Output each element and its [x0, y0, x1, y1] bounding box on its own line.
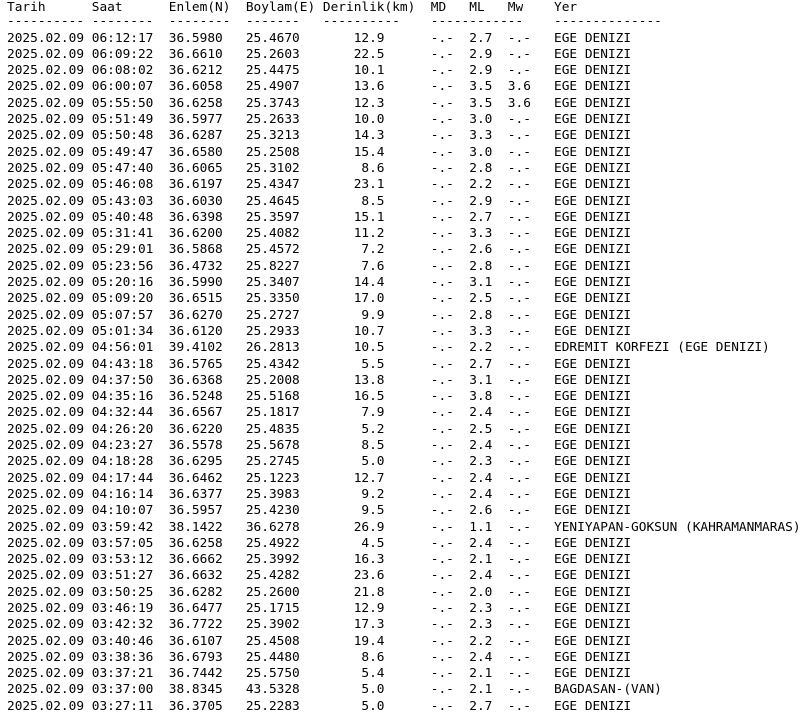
earthquake-row: 2025.02.09 04:32:44 36.6567 25.1817 7.9 …: [7, 405, 632, 421]
earthquake-row: 2025.02.09 03:46:19 36.6477 25.1715 12.9…: [7, 600, 632, 616]
earthquake-row: 2025.02.09 05:23:56 36.4732 25.8227 7.6 …: [7, 258, 632, 274]
earthquake-row: 2025.02.09 05:47:40 36.6065 25.3102 8.6 …: [7, 160, 632, 176]
earthquake-listing: Tarih Saat Enlem(N) Boylam(E) Derinlik(k…: [0, 0, 800, 715]
earthquake-row: 2025.02.09 06:00:07 36.6058 25.4907 13.6…: [7, 79, 632, 95]
header-separator: ---------- -------- -------- ------- ---…: [7, 14, 662, 30]
earthquake-row: 2025.02.09 05:46:08 36.6197 25.4347 23.1…: [7, 177, 632, 193]
earthquake-row: 2025.02.09 04:23:27 36.5578 25.5678 8.5 …: [7, 438, 632, 454]
earthquake-row: 2025.02.09 06:12:17 36.5980 25.4670 12.9…: [7, 30, 632, 46]
earthquake-row: 2025.02.09 05:40:48 36.6398 25.3597 15.1…: [7, 209, 632, 225]
earthquake-row: 2025.02.09 05:31:41 36.6200 25.4082 11.2…: [7, 226, 632, 242]
earthquake-row: 2025.02.09 05:50:48 36.6287 25.3213 14.3…: [7, 128, 632, 144]
earthquake-row: 2025.02.09 05:01:34 36.6120 25.2933 10.7…: [7, 323, 632, 339]
earthquake-row: 2025.02.09 03:59:42 38.1422 36.6278 26.9…: [7, 519, 800, 535]
earthquake-row: 2025.02.09 05:51:49 36.5977 25.2633 10.0…: [7, 112, 632, 128]
earthquake-row: 2025.02.09 06:08:02 36.6212 25.4475 10.1…: [7, 63, 632, 79]
earthquake-row: 2025.02.09 04:17:44 36.6462 25.1223 12.7…: [7, 470, 632, 486]
earthquake-row: 2025.02.09 03:38:36 36.6793 25.4480 8.6 …: [7, 649, 632, 665]
earthquake-row: 2025.02.09 05:29:01 36.5868 25.4572 7.2 …: [7, 242, 632, 258]
earthquake-row: 2025.02.09 03:50:25 36.6282 25.2600 21.8…: [7, 584, 632, 600]
earthquake-row: 2025.02.09 04:10:07 36.5957 25.4230 9.5 …: [7, 503, 632, 519]
earthquake-row: 2025.02.09 05:43:03 36.6030 25.4645 8.5 …: [7, 193, 632, 209]
earthquake-row: 2025.02.09 04:18:28 36.6295 25.2745 5.0 …: [7, 454, 632, 470]
earthquake-rows: 2025.02.09 06:12:17 36.5980 25.4670 12.9…: [7, 31, 800, 715]
earthquake-row: 2025.02.09 03:37:00 38.8345 43.5328 5.0 …: [7, 682, 662, 698]
earthquake-row: 2025.02.09 05:20:16 36.5990 25.3407 14.4…: [7, 275, 632, 291]
earthquake-row: 2025.02.09 03:40:46 36.6107 25.4508 19.4…: [7, 633, 632, 649]
earthquake-row: 2025.02.09 03:42:32 36.7722 25.3902 17.3…: [7, 617, 632, 633]
earthquake-row: 2025.02.09 04:16:14 36.6377 25.3983 9.2 …: [7, 486, 632, 502]
earthquake-row: 2025.02.09 04:35:16 36.5248 25.5168 16.5…: [7, 389, 632, 405]
earthquake-row: 2025.02.09 04:56:01 39.4102 26.2813 10.5…: [7, 340, 770, 356]
earthquake-row: 2025.02.09 05:07:57 36.6270 25.2727 9.9 …: [7, 307, 632, 323]
earthquake-row: 2025.02.09 03:27:11 36.3705 25.2283 5.0 …: [7, 698, 632, 714]
earthquake-row: 2025.02.09 04:37:50 36.6368 25.2008 13.8…: [7, 372, 632, 388]
earthquake-row: 2025.02.09 03:53:12 36.6662 25.3992 16.3…: [7, 552, 632, 568]
earthquake-row: 2025.02.09 06:09:22 36.6610 25.2603 22.5…: [7, 46, 632, 62]
earthquake-row: 2025.02.09 04:26:20 36.6220 25.4835 5.2 …: [7, 421, 632, 437]
earthquake-row: 2025.02.09 03:37:21 36.7442 25.5750 5.4 …: [7, 666, 632, 682]
earthquake-row: 2025.02.09 05:09:20 36.6515 25.3350 17.0…: [7, 291, 632, 307]
earthquake-row: 2025.02.09 05:55:50 36.6258 25.3743 12.3…: [7, 95, 632, 111]
earthquake-row: 2025.02.09 03:57:05 36.6258 25.4922 4.5 …: [7, 535, 632, 551]
earthquake-row: 2025.02.09 05:49:47 36.6580 25.2508 15.4…: [7, 144, 632, 160]
earthquake-row: 2025.02.09 04:43:18 36.5765 25.4342 5.5 …: [7, 356, 632, 372]
earthquake-row: 2025.02.09 03:51:27 36.6632 25.4282 23.6…: [7, 568, 632, 584]
